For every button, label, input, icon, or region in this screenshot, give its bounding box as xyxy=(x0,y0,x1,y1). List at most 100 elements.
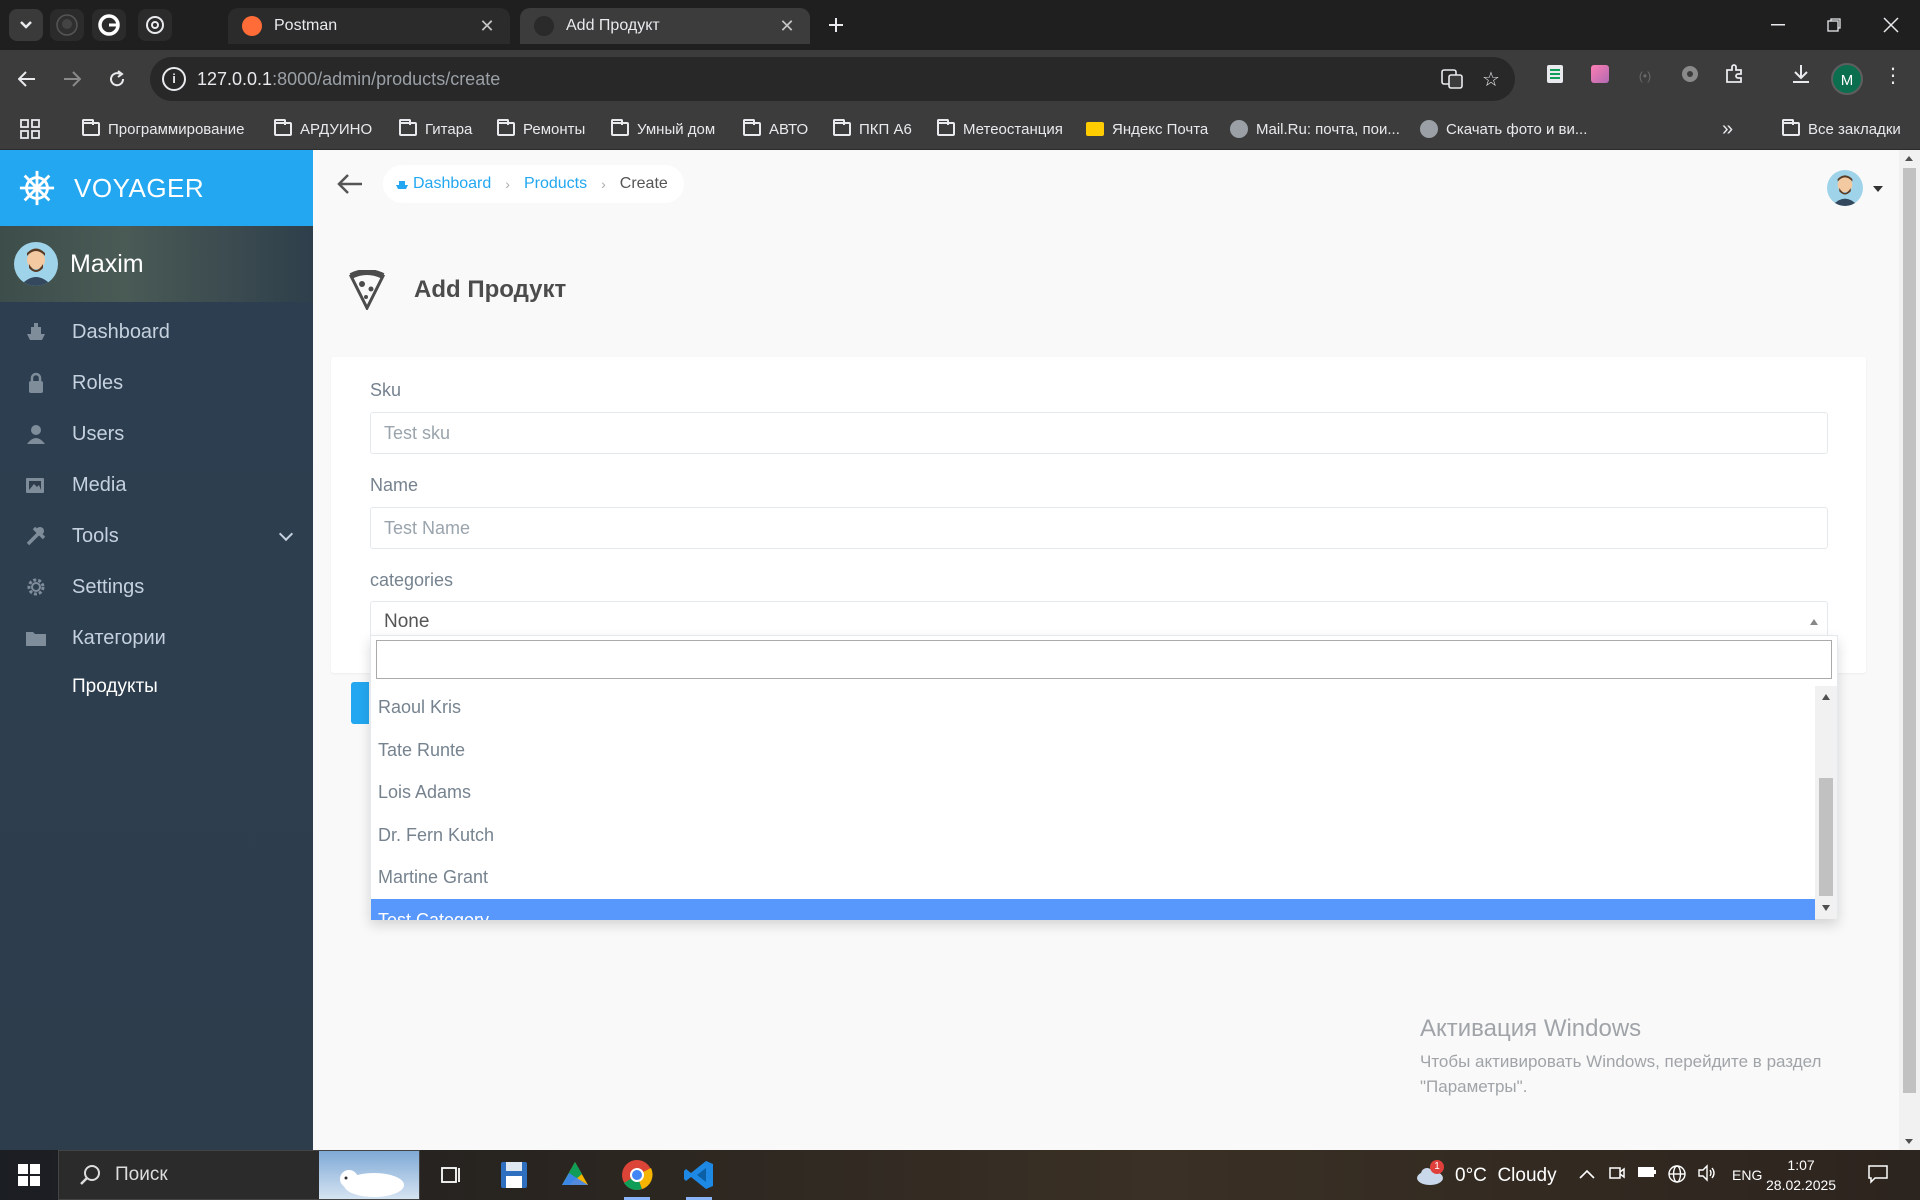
forward-button[interactable] xyxy=(55,62,89,96)
scroll-down-icon[interactable] xyxy=(1905,1139,1913,1144)
sidebar-item-users[interactable]: Users xyxy=(0,409,313,459)
reload-button[interactable] xyxy=(100,62,134,96)
page-title: Add Продукт xyxy=(414,276,567,303)
task-view-icon[interactable] xyxy=(433,1158,467,1192)
activation-title: Активация Windows xyxy=(1420,1015,1642,1042)
bookmark-mailru[interactable]: Mail.Ru: почта, пои... xyxy=(1230,116,1400,142)
start-button[interactable] xyxy=(0,1150,58,1200)
scrollbar-thumb[interactable] xyxy=(1819,778,1833,896)
restore-button[interactable] xyxy=(1805,0,1863,50)
bookmark-folder[interactable]: Ремонты xyxy=(497,116,585,142)
volume-icon[interactable] xyxy=(1696,1164,1718,1186)
bookmark-folder[interactable]: Гитара xyxy=(399,116,472,142)
dropdown-option[interactable]: Martine Grant xyxy=(371,856,1815,899)
scroll-up-icon[interactable] xyxy=(1905,156,1913,161)
save-app-icon[interactable] xyxy=(497,1158,531,1192)
voyager-favicon xyxy=(534,16,554,36)
dropdown-search-input[interactable] xyxy=(376,640,1832,679)
bookmark-folder[interactable]: Метеостанция xyxy=(937,116,1063,142)
google-icon xyxy=(98,14,120,36)
site-info-icon[interactable]: i xyxy=(162,67,186,91)
all-bookmarks[interactable]: Все закладки xyxy=(1782,116,1901,142)
bookmark-star-icon[interactable]: ☆ xyxy=(1479,68,1503,92)
close-tab-icon[interactable]: ✕ xyxy=(778,16,796,37)
breadcrumb-products[interactable]: Products xyxy=(524,175,587,193)
close-tab-icon[interactable]: ✕ xyxy=(478,16,496,37)
page-scrollbar[interactable] xyxy=(1899,150,1920,1150)
new-tab-button[interactable] xyxy=(819,9,853,41)
sidebar-item-categories[interactable]: Категории xyxy=(0,613,313,663)
meet-icon[interactable] xyxy=(1606,1164,1628,1186)
taskbar-search[interactable]: Поиск xyxy=(58,1150,420,1200)
profile-avatar[interactable]: M xyxy=(1831,63,1863,95)
dropdown-option[interactable]: Raoul Kris xyxy=(371,686,1815,729)
breadcrumb-dashboard[interactable]: Dashboard xyxy=(413,175,491,193)
vscode-app-icon[interactable] xyxy=(682,1158,716,1200)
dropdown-option-highlighted[interactable]: Test Category xyxy=(371,898,1815,920)
close-window-button[interactable] xyxy=(1862,0,1920,50)
sku-input[interactable]: Test sku xyxy=(370,412,1828,454)
back-button[interactable] xyxy=(10,62,44,96)
sidebar-item-tools[interactable]: Tools xyxy=(0,511,313,561)
bookmark-folder[interactable]: Умный дом xyxy=(611,116,715,142)
notifications-icon[interactable] xyxy=(1867,1164,1889,1186)
scroll-down-icon[interactable] xyxy=(1822,905,1830,911)
extension-disabled-icon[interactable]: (•) xyxy=(1632,63,1658,89)
chevron-up-icon[interactable] xyxy=(1576,1164,1598,1186)
browser-menu-icon[interactable]: ⋮ xyxy=(1880,63,1906,89)
name-input[interactable]: Test Name xyxy=(370,507,1828,549)
drive-app-icon[interactable] xyxy=(558,1158,592,1192)
sidebar: VOYAGER Maxim Dashboard Roles Users Medi… xyxy=(0,150,313,1150)
extension-gear-icon[interactable] xyxy=(1677,63,1703,89)
translate-icon[interactable] xyxy=(1440,68,1464,92)
bookmark-yandex-mail[interactable]: Яндекс Почта xyxy=(1086,116,1208,142)
globe-icon xyxy=(1230,120,1248,138)
url-text: 127.0.0.1:8000/admin/products/create xyxy=(197,69,501,89)
dropdown-option[interactable]: Lois Adams xyxy=(371,771,1815,814)
bookmark-folder[interactable]: ПКП А6 xyxy=(833,116,912,142)
sidebar-item-dashboard[interactable]: Dashboard xyxy=(0,307,313,357)
download-icon[interactable] xyxy=(1788,63,1814,89)
network-globe-icon[interactable] xyxy=(1666,1164,1688,1186)
bookmark-download-photo[interactable]: Скачать фото и ви... xyxy=(1420,116,1587,142)
bookmark-folder[interactable]: Программирование xyxy=(82,116,244,142)
google-tab[interactable] xyxy=(92,9,126,41)
dropdown-option[interactable]: Dr. Fern Kutch xyxy=(371,814,1815,857)
extensions-puzzle-icon[interactable] xyxy=(1722,63,1748,89)
dropdown-scrollbar[interactable] xyxy=(1815,686,1837,919)
clock[interactable]: 1:07 28.02.2025 xyxy=(1766,1155,1836,1195)
scrollbar-thumb[interactable] xyxy=(1903,168,1916,1093)
sidebar-item-settings[interactable]: Settings xyxy=(0,562,313,612)
github-tab[interactable] xyxy=(50,9,84,41)
tab-postman[interactable]: Postman ✕ xyxy=(228,8,510,44)
extension-sheets-icon[interactable] xyxy=(1542,63,1568,89)
tab-search-button[interactable] xyxy=(9,9,43,41)
save-button[interactable] xyxy=(351,682,369,724)
brand-name: VOYAGER xyxy=(74,172,205,203)
caret-down-icon[interactable] xyxy=(1873,186,1883,192)
apps-icon[interactable] xyxy=(20,116,40,142)
tab-add-product[interactable]: Add Продукт ✕ xyxy=(520,8,810,44)
lock-icon xyxy=(24,371,48,395)
chrome-app-icon[interactable] xyxy=(620,1158,654,1200)
back-arrow-icon[interactable] xyxy=(335,169,365,199)
user-panel[interactable]: Maxim xyxy=(0,226,313,302)
bookmark-folder[interactable]: АВТО xyxy=(743,116,808,142)
scroll-up-icon[interactable] xyxy=(1822,694,1830,700)
dropdown-option[interactable]: Tate Runte xyxy=(371,729,1815,772)
extension-gradient-icon[interactable] xyxy=(1587,63,1613,89)
sidebar-item-products[interactable]: Продукты xyxy=(0,662,313,712)
chatgpt-tab[interactable] xyxy=(138,9,172,41)
bookmark-folder[interactable]: АРДУИНО xyxy=(274,116,372,142)
language-indicator[interactable]: ENG xyxy=(1732,1167,1762,1183)
battery-icon[interactable] xyxy=(1636,1164,1658,1186)
sidebar-item-media[interactable]: Media xyxy=(0,460,313,510)
user-menu-avatar[interactable] xyxy=(1827,170,1863,206)
more-bookmarks-icon[interactable]: » xyxy=(1722,116,1733,142)
sidebar-item-label: Продукты xyxy=(72,676,158,697)
minimize-button[interactable] xyxy=(1749,0,1807,50)
sidebar-item-roles[interactable]: Roles xyxy=(0,358,313,408)
brand-header[interactable]: VOYAGER xyxy=(0,150,313,226)
weather-text[interactable]: 0°C Cloudy xyxy=(1455,1165,1557,1187)
address-bar[interactable]: i 127.0.0.1:8000/admin/products/create ☆ xyxy=(150,57,1515,101)
